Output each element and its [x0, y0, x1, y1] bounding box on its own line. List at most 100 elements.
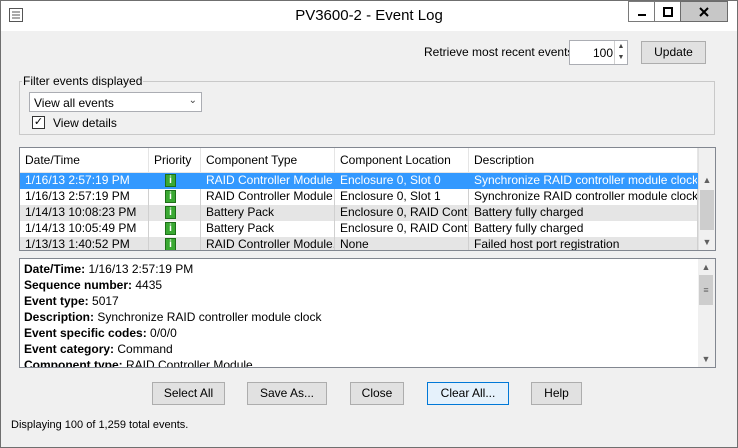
dialog-body: Retrieve most recent events: 100 ▲ ▼ Upd… — [9, 31, 729, 439]
table-header: Date/Time Priority Component Type Compon… — [20, 148, 698, 173]
cell-datetime: 1/14/13 10:05:49 PM — [20, 221, 149, 237]
cell-datetime: 1/16/13 2:57:19 PM — [20, 173, 149, 189]
detail-value: 0/0/0 — [146, 326, 177, 340]
column-header-priority[interactable]: Priority — [149, 148, 201, 172]
table-row[interactable]: 1/14/13 10:05:49 PM i Battery Pack Enclo… — [20, 221, 698, 237]
cell-priority: i — [149, 237, 201, 250]
cell-location: Enclosure 0, RAID Cont... — [335, 221, 469, 237]
detail-value: 4435 — [132, 278, 163, 292]
column-header-description[interactable]: Description — [469, 148, 698, 172]
chevron-down-icon: ⌄ — [188, 95, 197, 106]
column-header-component-location[interactable]: Component Location — [335, 148, 469, 172]
info-icon: i — [165, 174, 176, 187]
detail-value: Command — [114, 342, 173, 356]
table-row[interactable]: 1/16/13 2:57:19 PM i RAID Controller Mod… — [20, 173, 698, 189]
close-button[interactable]: Close — [350, 382, 404, 405]
detail-label: Component type: — [24, 358, 123, 368]
column-header-component-type[interactable]: Component Type — [201, 148, 335, 172]
cell-priority: i — [149, 205, 201, 221]
scroll-thumb[interactable]: ≡ — [699, 275, 713, 305]
update-button[interactable]: Update — [641, 41, 706, 64]
help-button[interactable]: Help — [531, 382, 582, 405]
table-row[interactable]: 1/13/13 1:40:52 PM i RAID Controller Mod… — [20, 237, 698, 250]
info-icon: i — [165, 190, 176, 203]
cell-description: Battery fully charged — [469, 205, 698, 221]
close-window-button[interactable] — [680, 1, 728, 22]
spinner-arrows[interactable]: ▲ ▼ — [614, 41, 627, 64]
detail-line: Component type: RAID Controller Module — [24, 357, 321, 368]
detail-label: Event category: — [24, 342, 115, 356]
detail-value: Synchronize RAID controller module clock — [94, 310, 322, 324]
retrieve-count-spinner[interactable]: 100 ▲ ▼ — [569, 40, 628, 65]
detail-label: Event specific codes: — [24, 326, 147, 340]
view-details-label[interactable]: View details — [53, 116, 117, 130]
info-icon: i — [165, 222, 176, 235]
spinner-down-icon[interactable]: ▼ — [615, 52, 627, 63]
details-lines: Date/Time: 1/16/13 2:57:19 PM Sequence n… — [24, 261, 321, 368]
cell-priority: i — [149, 189, 201, 205]
detail-value: RAID Controller Module — [122, 358, 253, 368]
scroll-down-icon[interactable]: ▼ — [699, 234, 715, 250]
details-scrollbar[interactable]: ▲ ≡ ▼ — [698, 259, 715, 367]
detail-line: Event type: 5017 — [24, 293, 321, 309]
retrieve-count-value[interactable]: 100 — [593, 46, 613, 60]
close-icon — [699, 6, 709, 17]
minimize-icon — [637, 13, 646, 16]
save-as-button[interactable]: Save As... — [247, 382, 327, 405]
clear-all-button[interactable]: Clear All... — [427, 382, 509, 405]
scroll-up-icon[interactable]: ▲ — [699, 172, 715, 188]
info-icon: i — [165, 238, 176, 250]
cell-priority: i — [149, 173, 201, 189]
info-icon: i — [165, 206, 176, 219]
spinner-up-icon[interactable]: ▲ — [615, 41, 627, 52]
detail-label: Description: — [24, 310, 95, 324]
cell-priority: i — [149, 221, 201, 237]
minimize-button[interactable] — [628, 1, 655, 22]
event-details-panel: Date/Time: 1/16/13 2:57:19 PM Sequence n… — [19, 258, 716, 368]
detail-value: 1/16/13 2:57:19 PM — [85, 262, 194, 276]
cell-component-type: RAID Controller Module — [201, 173, 335, 189]
detail-line: Description: Synchronize RAID controller… — [24, 309, 321, 325]
scroll-thumb[interactable] — [700, 190, 714, 230]
detail-label: Event type: — [24, 294, 89, 308]
detail-line: Event specific codes: 0/0/0 — [24, 325, 321, 341]
cell-datetime: 1/16/13 2:57:19 PM — [20, 189, 149, 205]
view-details-checkbox[interactable]: ✓ — [32, 116, 45, 129]
retrieve-label: Retrieve most recent events: — [424, 45, 577, 59]
window-title: PV3600-2 - Event Log — [295, 7, 443, 24]
cell-datetime: 1/14/13 10:08:23 PM — [20, 205, 149, 221]
cell-datetime: 1/13/13 1:40:52 PM — [20, 237, 149, 250]
table-row[interactable]: 1/16/13 2:57:19 PM i RAID Controller Mod… — [20, 189, 698, 205]
cell-description: Battery fully charged — [469, 221, 698, 237]
select-all-button[interactable]: Select All — [152, 382, 225, 405]
status-text: Displaying 100 of 1,259 total events. — [11, 419, 189, 431]
filter-group-label: Filter events displayed — [22, 74, 144, 88]
title-bar[interactable]: PV3600-2 - Event Log — [1, 1, 737, 31]
cell-component-type: Battery Pack — [201, 221, 335, 237]
scroll-up-icon[interactable]: ▲ — [698, 259, 714, 275]
maximize-button[interactable] — [654, 1, 681, 22]
cell-component-type: Battery Pack — [201, 205, 335, 221]
detail-line: Date/Time: 1/16/13 2:57:19 PM — [24, 261, 321, 277]
cell-description: Synchronize RAID controller module clock — [469, 173, 698, 189]
cell-location: Enclosure 0, Slot 0 — [335, 173, 469, 189]
cell-component-type: RAID Controller Module... — [201, 237, 335, 250]
detail-value: 5017 — [88, 294, 119, 308]
detail-line: Sequence number: 4435 — [24, 277, 321, 293]
table-row[interactable]: 1/14/13 10:08:23 PM i Battery Pack Enclo… — [20, 205, 698, 221]
cell-component-type: RAID Controller Module — [201, 189, 335, 205]
events-table: Date/Time Priority Component Type Compon… — [19, 147, 716, 251]
cell-location: Enclosure 0, RAID Cont... — [335, 205, 469, 221]
detail-label: Date/Time: — [24, 262, 86, 276]
cell-description: Synchronize RAID controller module clock — [469, 189, 698, 205]
scroll-down-icon[interactable]: ▼ — [698, 351, 714, 367]
filter-selected-value: View all events — [34, 96, 114, 110]
detail-label: Sequence number: — [24, 278, 133, 292]
cell-location: Enclosure 0, Slot 1 — [335, 189, 469, 205]
filter-dropdown[interactable]: View all events ⌄ — [29, 92, 202, 112]
column-header-datetime[interactable]: Date/Time — [20, 148, 149, 172]
event-log-window: PV3600-2 - Event Log Retrieve most recen… — [0, 0, 738, 448]
detail-line: Event category: Command — [24, 341, 321, 357]
cell-location: None — [335, 237, 469, 250]
table-scrollbar[interactable]: ▲ ▼ — [698, 148, 715, 250]
